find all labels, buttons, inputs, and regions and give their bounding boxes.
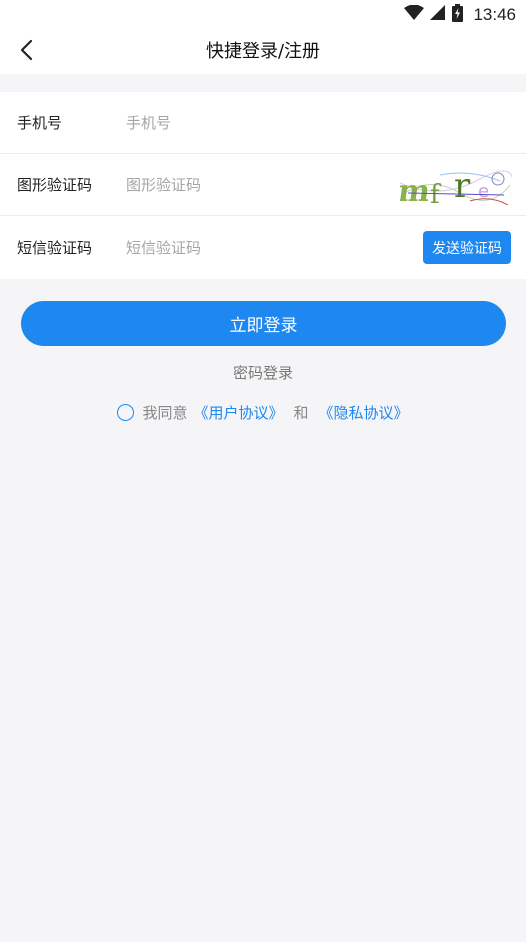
send-code-button[interactable]: 发送验证码 [423,231,511,264]
phone-label: 手机号 [17,114,63,132]
captcha-input[interactable] [126,169,396,200]
status-bar: 13:46 [0,0,526,30]
user-agreement-link[interactable]: 《用户协议》 [193,402,283,423]
svg-text:m: m [400,174,433,209]
captcha-row: 图形验证码 m f r e [0,154,526,216]
phone-row: 手机号 [0,92,526,154]
sms-row: 短信验证码 发送验证码 [0,216,526,279]
password-login-link[interactable]: 密码登录 [233,364,293,382]
login-form: 手机号 图形验证码 m f r e 短信验证码 发送验证码 [0,92,526,279]
nav-bar: 快捷登录/注册 [0,30,526,74]
back-button[interactable] [8,34,44,70]
sms-label: 短信验证码 [17,239,93,257]
signal-icon [430,5,446,25]
chevron-left-icon [19,39,33,65]
wifi-icon [404,4,425,25]
login-button[interactable]: 立即登录 [21,301,506,346]
password-login-row: 密码登录 [0,362,526,383]
privacy-policy-link[interactable]: 《隐私协议》 [319,402,409,423]
status-time: 13:46 [473,5,516,24]
agree-radio[interactable] [117,404,135,421]
agreement-prefix: 我同意 [142,404,188,422]
page-title: 快捷登录/注册 [205,41,321,62]
captcha-label: 图形验证码 [17,176,93,194]
battery-icon [452,4,464,26]
phone-input[interactable] [126,107,396,138]
agreement-conjunction: 和 [293,404,309,422]
svg-text:r: r [454,166,471,206]
agreement-row: 我同意 《用户协议》 和 《隐私协议》 [0,402,526,423]
captcha-image[interactable]: m f r e [396,165,514,210]
sms-code-input[interactable] [126,232,396,263]
